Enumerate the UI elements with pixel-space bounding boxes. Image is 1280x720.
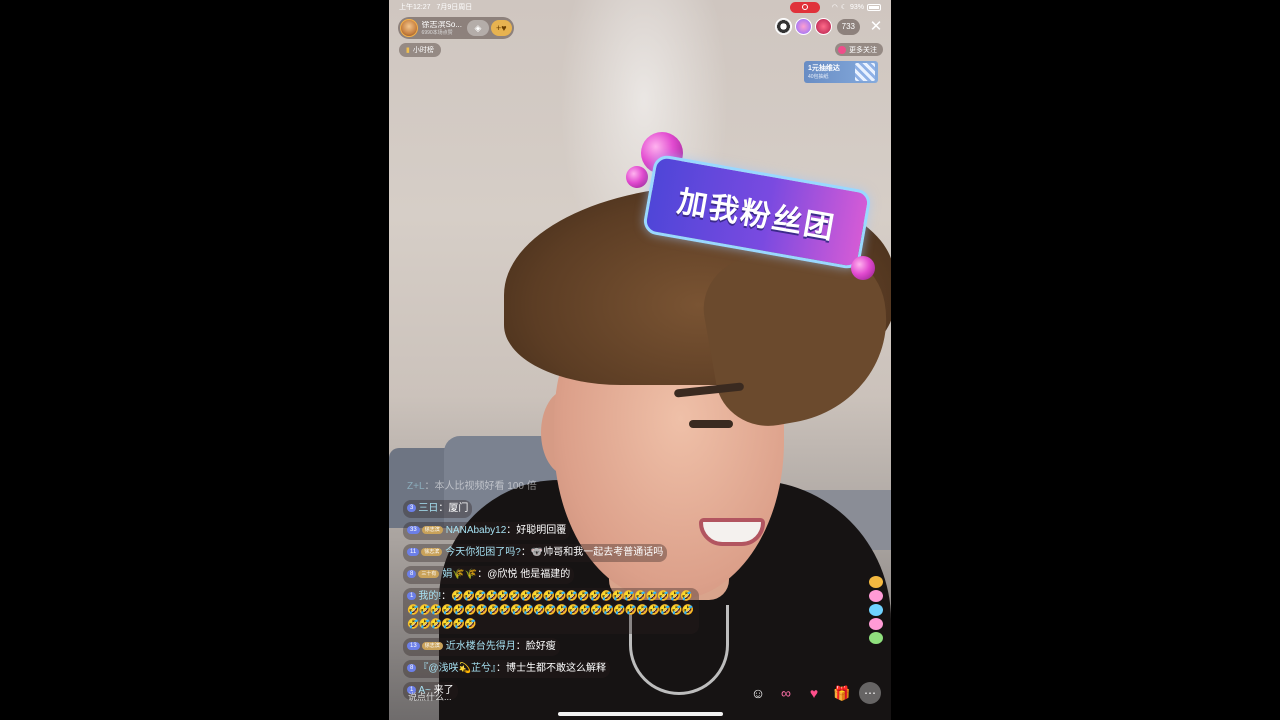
viewer-count[interactable]: 733 — [836, 18, 860, 35]
live-stream-view: 加我粉丝团 上午12:27 7月9日周日 ◠ ☾ 93% 徐志滨So... 69… — [389, 0, 891, 720]
battery-icon — [867, 3, 881, 11]
gift-icon — [869, 590, 883, 602]
chat-text: 本人比视频好看 100 倍 — [434, 481, 537, 492]
diamond-icon[interactable]: ◈ — [467, 20, 489, 36]
more-button[interactable]: ⋯ — [859, 682, 881, 704]
chat-username[interactable]: NANAbaby12 — [446, 525, 507, 536]
viewer-avatar[interactable] — [794, 18, 812, 35]
tissue-pack-icon — [855, 63, 875, 81]
host-info[interactable]: 徐志滨So... 6990本场点赞 ◈ +♥ — [398, 17, 514, 39]
chat-separator: ： — [441, 591, 452, 602]
user-level-badge: 3 — [407, 504, 417, 513]
chat-username[interactable]: 今天你犯困了吗? — [445, 547, 521, 558]
host-avatar[interactable] — [400, 19, 418, 37]
chat-message[interactable]: 11 徐志滨 今天你犯困了吗?：🐨帅哥和我一起去考普通话吗 — [403, 544, 668, 562]
chat-text: 好聪明回覆 — [516, 525, 567, 536]
record-icon — [801, 4, 808, 10]
chat-separator: ： — [495, 663, 506, 674]
gift-effects — [867, 576, 885, 644]
gift-icon — [869, 576, 883, 588]
chat-message[interactable]: 33 徐志滨 NANAbaby12：好聪明回覆 — [403, 522, 571, 540]
status-date: 7月9日周日 — [436, 4, 473, 11]
heart-icon: ♥ — [809, 685, 819, 701]
smile-icon: ☺ — [750, 685, 766, 701]
chat-separator: ： — [515, 641, 526, 652]
emoji-button[interactable]: ☺ — [747, 682, 769, 704]
comment-input[interactable]: 说点什么... — [399, 688, 519, 704]
viewer-area: 733 ✕ — [774, 18, 883, 35]
screen-record-indicator[interactable] — [789, 1, 820, 13]
chat-separator: ： — [520, 547, 531, 558]
fan-club-sticker-text: 加我粉丝团 — [674, 185, 839, 246]
fan-club-badge: 徐志滨 — [421, 548, 443, 557]
follow-button[interactable]: +♥ — [490, 20, 512, 36]
gift-icon — [869, 618, 883, 630]
chat-username[interactable]: Z+L — [407, 481, 425, 492]
chat-username[interactable]: 三日 — [418, 503, 438, 514]
link-button[interactable]: ∞ — [775, 682, 797, 704]
chat-username[interactable]: 娟🌾🌾 — [442, 569, 477, 580]
disco-ball-right-icon — [851, 256, 875, 280]
bar-chart-icon: ▮ — [406, 47, 410, 54]
fan-club-badge: 三十有 — [418, 570, 440, 579]
moon-icon: ☾ — [840, 4, 847, 11]
user-level-badge: 33 — [407, 526, 420, 535]
host-name: 徐志滨So... — [421, 20, 462, 29]
user-level-badge: 8 — [407, 664, 417, 673]
lottery-banner[interactable]: 1元抽维达 40包抽纸 — [804, 61, 878, 83]
streamer-eye — [689, 420, 733, 428]
chat-separator: ： — [424, 481, 435, 492]
action-bar: ☺ ∞ ♥ 🎁 ⋯ — [747, 682, 881, 704]
hour-rank-button[interactable]: ▮ 小时榜 — [399, 43, 441, 57]
chat-text: 博士生都不敢这么解释 — [505, 663, 606, 674]
battery-percent: 93% — [849, 3, 864, 11]
chat-message[interactable]: 8 三十有 娟🌾🌾：@欣悦 他是福建的 — [403, 566, 575, 584]
fan-club-badge: 徐志滨 — [421, 526, 443, 535]
fan-club-badge: 徐志滨 — [421, 642, 443, 651]
chat-username[interactable]: 『@浅咲💫芷兮』 — [418, 663, 496, 674]
close-icon[interactable]: ✕ — [869, 19, 883, 34]
chat-list[interactable]: Z+L：本人比视频好看 100 倍 3 三日：厦门 33 徐志滨 NANAbaby12：好… — [403, 478, 703, 704]
chat-separator: ： — [477, 569, 488, 580]
chat-text: 脸好瘦 — [525, 641, 556, 652]
chat-separator: ： — [438, 503, 449, 514]
chat-message[interactable]: 8 『@浅咲💫芷兮』：博士生都不敢这么解释 — [403, 660, 610, 678]
chat-text: 厦门 — [448, 503, 469, 514]
chat-text: @欣悦 他是福建的 — [487, 569, 571, 580]
chat-message[interactable]: 3 三日：厦门 — [403, 500, 473, 518]
link-icon: ∞ — [781, 685, 791, 701]
gift-icon: 🎁 — [833, 684, 851, 701]
chat-separator: ： — [506, 525, 517, 536]
status-time: 上午12:27 — [399, 4, 431, 11]
wifi-icon: ◠ — [831, 4, 838, 11]
chat-message[interactable]: 13 徐志滨 近水楼台先得月：脸好瘦 — [403, 638, 560, 656]
gift-button[interactable]: 🎁 — [831, 682, 853, 704]
viewer-avatar[interactable] — [814, 18, 832, 35]
user-level-badge: 13 — [407, 642, 420, 651]
disco-ball-small-icon — [626, 166, 648, 188]
chat-message[interactable]: Z+L：本人比视频好看 100 倍 — [403, 478, 541, 496]
user-level-badge: 11 — [407, 548, 420, 557]
home-indicator[interactable] — [558, 712, 723, 716]
chat-username[interactable]: 我的! — [418, 591, 441, 602]
user-level-badge: 1 — [407, 592, 417, 601]
host-likes: 6990本场点赞 — [421, 29, 453, 36]
hour-rank-label: 小时榜 — [412, 47, 434, 54]
status-bar: 上午12:27 7月9日周日 ◠ ☾ 93% — [389, 0, 891, 14]
user-level-badge: 8 — [407, 570, 417, 579]
more-follow-label: 更多关注 — [849, 46, 877, 54]
heart-dot-icon — [838, 45, 846, 54]
chat-text: 🐨帅哥和我一起去考普通话吗 — [530, 547, 664, 558]
more-icon: ⋯ — [864, 686, 876, 700]
viewer-avatar[interactable] — [774, 18, 792, 35]
heart-button[interactable]: ♥ — [803, 682, 825, 704]
chat-username[interactable]: 近水楼台先得月 — [446, 641, 516, 652]
more-follow-button[interactable]: 更多关注 — [835, 43, 883, 56]
gift-icon — [869, 604, 883, 616]
gift-icon — [869, 632, 883, 644]
chat-message[interactable]: 1 我的!：🤣🤣🤣🤣🤣🤣🤣🤣🤣🤣🤣🤣🤣🤣🤣🤣🤣🤣🤣🤣🤣🤣🤣🤣🤣🤣🤣🤣🤣🤣🤣🤣🤣🤣🤣… — [403, 588, 699, 634]
